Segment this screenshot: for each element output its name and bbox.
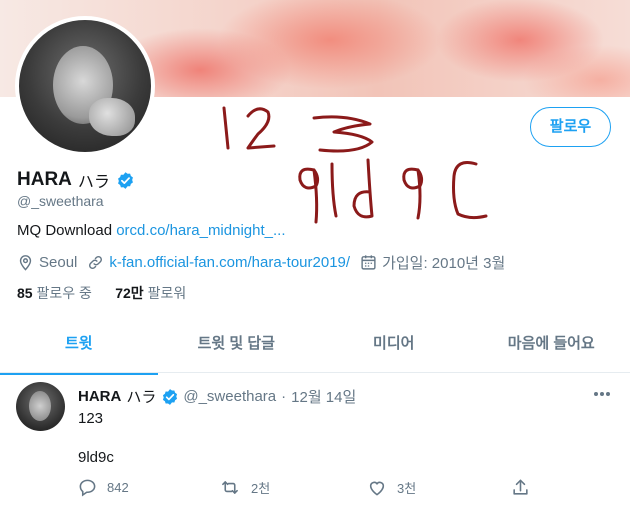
link-icon	[89, 256, 103, 269]
location-pin-icon	[19, 255, 32, 271]
retweet-action[interactable]: 2천	[219, 478, 367, 497]
profile-avatar[interactable]	[15, 16, 155, 156]
tweet-item[interactable]: HARA ハラ @_sweethara · 12월 14일 123 9ld9c …	[0, 372, 630, 510]
website-link[interactable]: k-fan.official-fan.com/hara-tour2019/	[109, 254, 350, 271]
more-options-icon[interactable]	[592, 386, 612, 402]
like-count: 3천	[397, 481, 417, 496]
tab-tweets[interactable]: 트윗	[0, 322, 158, 375]
profile-name-row: HARA ハラ	[17, 168, 135, 192]
tab-tweets-and-replies[interactable]: 트윗 및 답글	[158, 322, 316, 372]
followers-label: 팔로워	[147, 285, 187, 301]
joined-text: 가입일: 2010년 3월	[382, 255, 506, 272]
tweet-date[interactable]: 12월 14일	[291, 386, 356, 407]
followers-stat[interactable]: 72만 팔로워	[115, 285, 186, 301]
bio-link[interactable]: orcd.co/hara_midnight_...	[116, 222, 285, 239]
tab-likes[interactable]: 마음에 들어요	[473, 322, 630, 372]
bio-text: MQ Download	[17, 222, 113, 239]
tweet-text-line-1: 123	[78, 410, 104, 427]
calendar-icon	[361, 255, 376, 270]
handwritten-scribble	[222, 106, 488, 224]
tab-media[interactable]: 미디어	[315, 322, 473, 372]
heart-icon	[369, 481, 385, 496]
following-stat[interactable]: 85 팔로우 중	[17, 285, 92, 301]
following-label: 팔로우 중	[36, 285, 92, 301]
reply-count: 842	[107, 480, 129, 495]
tweet-header: HARA ハラ @_sweethara · 12월 14일	[78, 386, 356, 407]
profile-handle: @_sweethara	[17, 193, 104, 209]
profile-tabs: 트윗 트윗 및 답글 미디어 마음에 들어요	[0, 322, 630, 375]
tweet-separator: ·	[281, 388, 287, 405]
reply-action[interactable]: 842	[78, 478, 219, 497]
tweet-author-handle: @_sweethara	[183, 388, 277, 405]
location-text: Seoul	[39, 254, 78, 271]
verified-badge-icon	[163, 388, 178, 405]
website-item[interactable]: k-fan.official-fan.com/hara-tour2019/	[87, 254, 350, 271]
profile-bio: MQ Download orcd.co/hara_midnight_...	[17, 222, 285, 239]
verified-badge-icon	[117, 171, 133, 189]
share-icon	[513, 479, 528, 495]
retweet-count: 2천	[251, 481, 271, 496]
joined-item: 가입일: 2010년 3월	[360, 252, 505, 273]
profile-meta: Seoul k-fan.official-fan.com/hara-tour20…	[17, 252, 515, 273]
share-action[interactable]	[511, 478, 540, 497]
tweet-author-name[interactable]: HARA	[78, 388, 121, 405]
profile-name-suffix: ハラ	[77, 174, 110, 191]
location-item: Seoul	[17, 254, 77, 271]
tweet-avatar[interactable]	[16, 382, 65, 431]
like-action[interactable]: 3천	[367, 478, 511, 497]
retweet-icon	[222, 481, 238, 494]
followers-count: 72만	[115, 285, 144, 301]
profile-name: HARA	[17, 169, 72, 190]
tweet-text-line-2: 9ld9c	[78, 449, 114, 466]
tweet-author-suffix: ハラ	[126, 389, 157, 406]
tweet-actions: 842 2천 3천	[78, 478, 540, 497]
reply-icon	[79, 479, 96, 497]
following-count: 85	[17, 285, 33, 301]
follow-counts: 85 팔로우 중 72만 팔로워	[17, 283, 186, 303]
follow-button[interactable]: 팔로우	[530, 107, 611, 147]
